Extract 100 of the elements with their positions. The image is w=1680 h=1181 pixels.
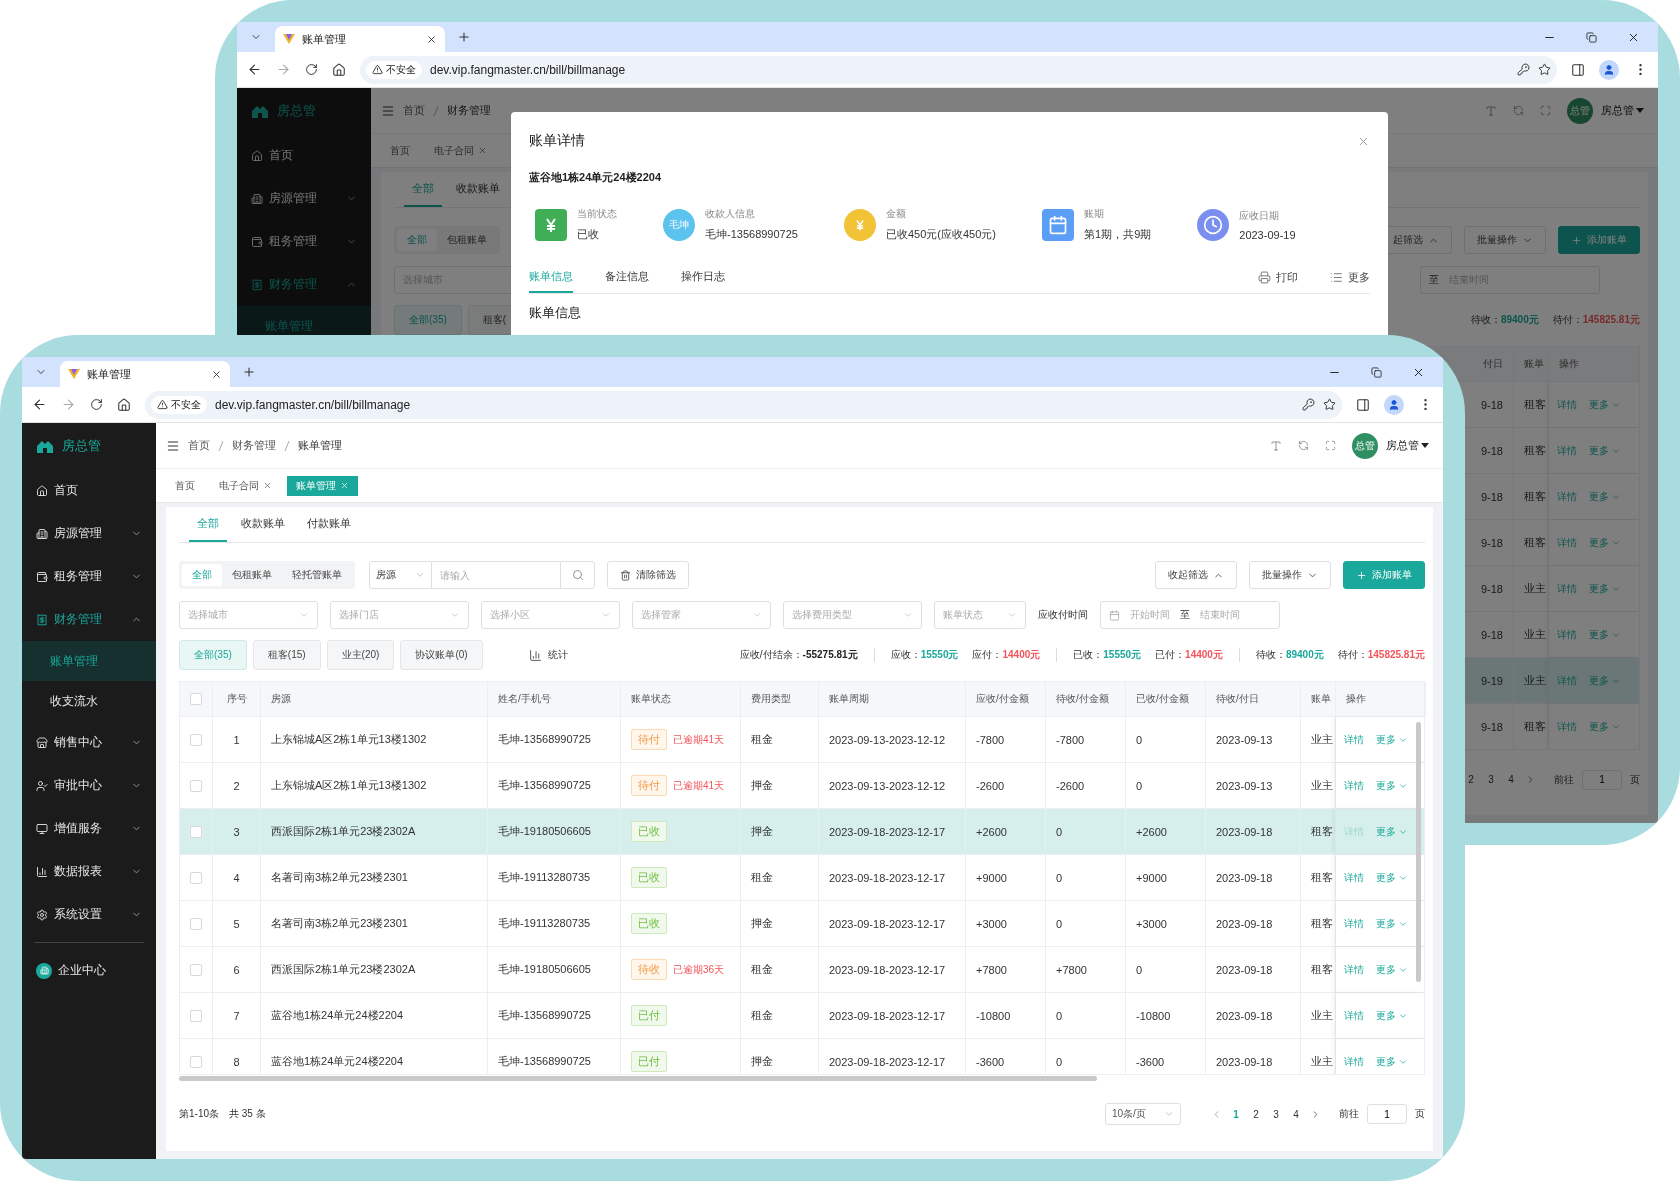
checkbox[interactable] — [190, 825, 202, 838]
select-field[interactable]: 选择城市 — [179, 601, 318, 629]
sidebar-item[interactable]: 租务管理 — [22, 555, 156, 598]
side-panel-icon[interactable] — [1571, 62, 1585, 77]
select-field[interactable]: 选择管家 — [632, 601, 771, 629]
sidebar-item[interactable]: 房源管理 — [237, 177, 371, 220]
new-tab-icon[interactable] — [242, 365, 256, 379]
profile-avatar[interactable] — [1384, 394, 1404, 415]
star-icon[interactable] — [1538, 63, 1551, 76]
font-size-icon[interactable] — [1485, 104, 1497, 117]
segment-tab[interactable]: 包租账单 — [222, 564, 282, 586]
page-number[interactable]: 3 — [1270, 1108, 1282, 1120]
page-number[interactable]: 2 — [1250, 1108, 1262, 1120]
more-link[interactable]: 更多 — [1589, 397, 1621, 412]
search-field[interactable]: 房源 请输入 — [369, 561, 595, 589]
select-field[interactable]: 选择门店 — [330, 601, 469, 629]
more-link[interactable]: 更多 — [1589, 535, 1621, 550]
tab[interactable]: 全部 — [404, 172, 442, 207]
font-size-icon[interactable] — [1270, 439, 1282, 452]
detail-link[interactable]: 详情 — [1344, 732, 1364, 747]
user-menu[interactable]: 房总管 — [1601, 103, 1644, 118]
close-icon[interactable] — [211, 368, 222, 380]
segment-tab[interactable]: 包租账单 — [437, 229, 497, 251]
tab[interactable]: 备注信息 — [605, 262, 649, 293]
add-bill-button[interactable]: 添加账单 — [1558, 226, 1640, 254]
checkbox[interactable] — [190, 1009, 202, 1022]
sidebar-subitem[interactable]: 收支流水 — [22, 681, 156, 721]
checkbox[interactable] — [190, 733, 202, 746]
detail-link[interactable]: 详情 — [1557, 443, 1577, 458]
detail-link[interactable]: 详情 — [1344, 962, 1364, 977]
filter-tab[interactable]: 租客(15) — [252, 640, 321, 670]
breadcrumb-item[interactable]: 账单管理 — [298, 438, 342, 453]
statistics-button[interactable]: 统计 — [528, 648, 568, 662]
collapse-filter-button[interactable]: 收起筛选 — [1155, 561, 1237, 589]
forward-arrow-icon[interactable] — [276, 62, 291, 77]
sidebar-item[interactable]: 房源管理 — [22, 512, 156, 555]
page-size-select[interactable]: 10条/页 — [1105, 1103, 1181, 1125]
page-number[interactable]: 3 — [1485, 774, 1497, 785]
segment-tab[interactable]: 轻托管账单 — [282, 564, 352, 586]
print-button[interactable]: 打印 — [1258, 262, 1298, 293]
add-bill-button[interactable]: 添加账单 — [1343, 561, 1425, 589]
key-icon[interactable] — [1302, 398, 1315, 411]
new-tab-icon[interactable] — [457, 30, 471, 44]
batch-action-button[interactable]: 批量操作 — [1249, 561, 1331, 589]
detail-link[interactable]: 详情 — [1557, 627, 1577, 642]
tab[interactable]: 收款账单 — [448, 172, 508, 207]
more-link[interactable]: 更多 — [1589, 489, 1621, 504]
checkbox[interactable] — [190, 779, 202, 792]
filter-tab[interactable]: 业主(20) — [326, 640, 395, 670]
detail-link[interactable]: 详情 — [1344, 778, 1364, 793]
page-number[interactable]: 1 — [1230, 1108, 1242, 1120]
forward-arrow-icon[interactable] — [61, 397, 76, 412]
checkbox[interactable] — [190, 917, 202, 930]
address-field[interactable]: 不安全 dev.vip.fangmaster.cn/bill/billmanage — [360, 55, 1557, 84]
filter-tab[interactable]: 全部(35) — [179, 640, 247, 670]
more-link[interactable]: 更多 — [1376, 778, 1408, 793]
checkbox[interactable] — [190, 963, 202, 976]
more-link[interactable]: 更多 — [1376, 916, 1408, 931]
more-link[interactable]: 更多 — [1376, 1054, 1408, 1069]
detail-link[interactable]: 详情 — [1344, 870, 1364, 885]
search-icon[interactable] — [571, 569, 584, 581]
profile-avatar[interactable] — [1599, 59, 1619, 80]
detail-link[interactable]: 详情 — [1557, 489, 1577, 504]
address-field[interactable]: 不安全 dev.vip.fangmaster.cn/bill/billmanage — [145, 390, 1342, 419]
fullscreen-icon[interactable] — [1540, 105, 1551, 116]
sidebar-item[interactable]: 首页 — [237, 134, 371, 177]
sidebar-item[interactable]: 系统设置 — [22, 893, 156, 936]
batch-action-button[interactable]: 批量操作 — [1464, 226, 1546, 254]
checkbox[interactable] — [190, 1055, 202, 1068]
sidebar-item[interactable]: 租务管理 — [237, 220, 371, 263]
sidebar-item[interactable]: 数据报表 — [22, 850, 156, 893]
tab[interactable]: 付款账单 — [299, 507, 359, 542]
tab[interactable]: 操作日志 — [681, 262, 725, 293]
more-link[interactable]: 更多 — [1376, 870, 1408, 885]
refresh-icon[interactable] — [1298, 440, 1309, 451]
restore-icon[interactable] — [1370, 366, 1382, 378]
filter-tab[interactable]: 全部(35) — [394, 305, 462, 335]
breadcrumb-item[interactable]: 首页 — [403, 103, 425, 118]
select-field[interactable]: 选择费用类型 — [783, 601, 922, 629]
star-icon[interactable] — [1323, 398, 1336, 411]
sidebar-item[interactable]: 审批中心 — [22, 764, 156, 807]
select-field[interactable]: 账单状态 — [934, 601, 1026, 629]
reload-icon[interactable] — [305, 63, 318, 76]
page-input[interactable]: 1 — [1582, 769, 1622, 790]
more-link[interactable]: 更多 — [1376, 962, 1408, 977]
sidebar-item[interactable]: 财务管理 — [22, 598, 156, 641]
page-number[interactable]: 2 — [1465, 774, 1477, 785]
sidebar-item[interactable]: 销售中心 — [22, 721, 156, 764]
vertical-scrollbar[interactable] — [1416, 722, 1421, 982]
detail-link[interactable]: 详情 — [1344, 916, 1364, 931]
page-number[interactable]: 4 — [1290, 1108, 1302, 1120]
browser-tab[interactable]: 账单管理 — [60, 361, 230, 387]
sidebar-subitem[interactable]: 账单管理 — [22, 641, 156, 681]
key-icon[interactable] — [1517, 63, 1530, 76]
detail-link[interactable]: 详情 — [1557, 581, 1577, 596]
sidebar-item[interactable]: 企业中心 — [22, 949, 156, 992]
more-link[interactable]: 更多 — [1589, 443, 1621, 458]
page-number[interactable]: 4 — [1505, 774, 1517, 785]
fullscreen-icon[interactable] — [1325, 440, 1336, 451]
clear-filter-button[interactable]: 清除筛选 — [607, 561, 689, 589]
